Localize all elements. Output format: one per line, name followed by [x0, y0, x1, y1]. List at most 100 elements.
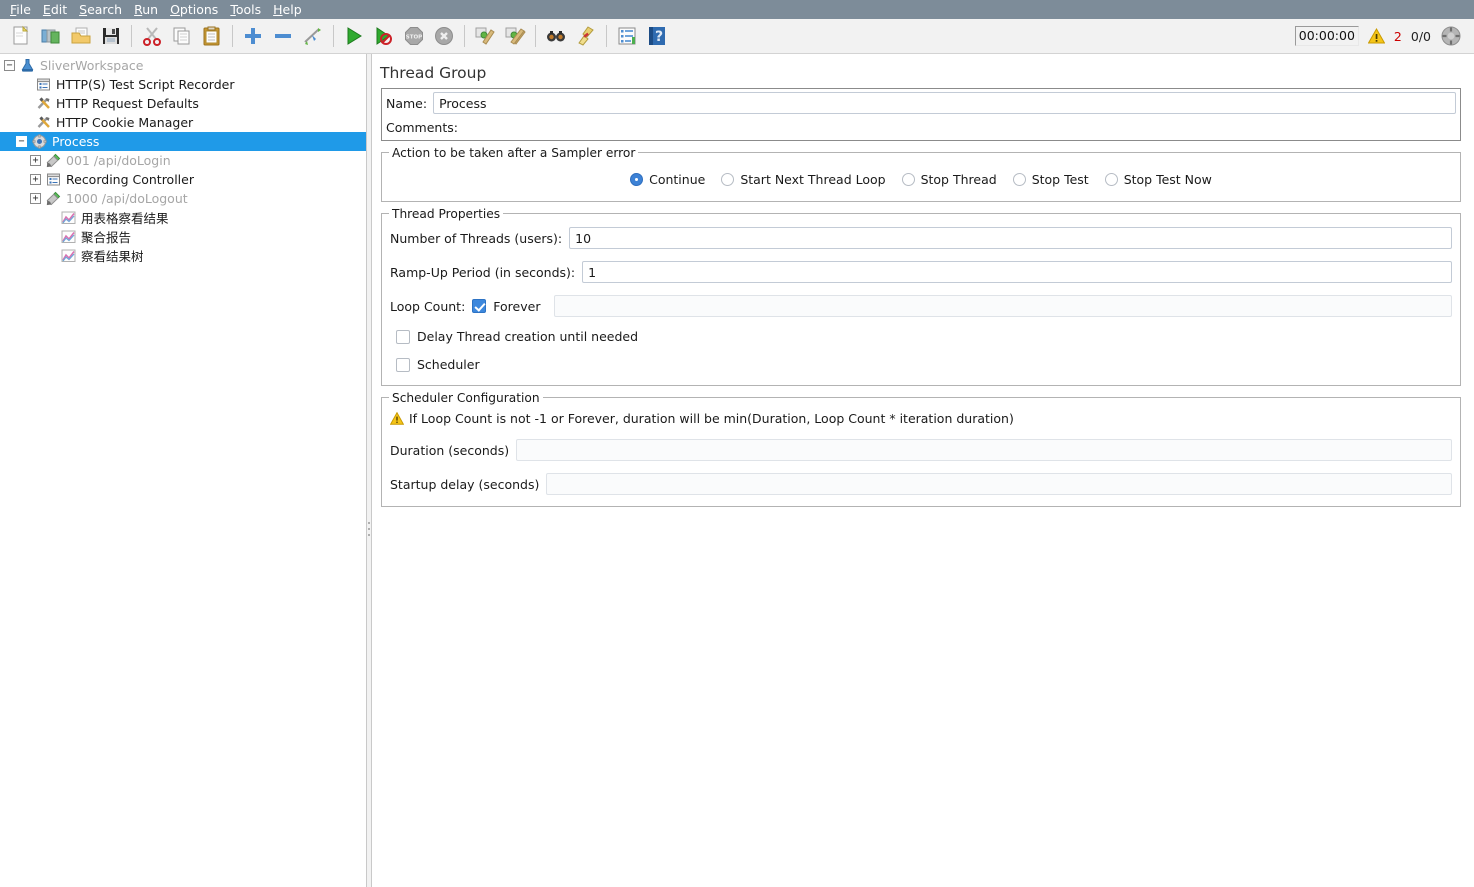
delay-thread-creation-label: Delay Thread creation until needed [417, 329, 639, 344]
search-reset-button[interactable] [571, 21, 601, 51]
thread-properties-group-title: Thread Properties [389, 207, 504, 221]
test-plan-tree-pane[interactable]: − SliverWorkspace HTTP(S) Test Script Re… [0, 54, 367, 887]
svg-text:STOP: STOP [406, 35, 422, 41]
recording-controller-icon [45, 172, 62, 188]
shutdown-icon [435, 27, 453, 45]
toolbar-separator [131, 25, 132, 47]
clear-all-button[interactable] [500, 21, 530, 51]
menu-bar: File Edit Search Run Options Tools Help [0, 0, 1474, 19]
split-pane-grip[interactable] [368, 522, 371, 544]
scheduler-checkbox[interactable] [396, 357, 410, 372]
scheduler-warning-row: If Loop Count is not -1 or Forever, dura… [390, 411, 1452, 426]
expand-all-icon [245, 28, 261, 44]
start-no-pauses-button[interactable] [369, 21, 399, 51]
delay-thread-creation-checkbox[interactable] [396, 329, 410, 344]
radio-stop-thread-label: Stop Thread [920, 172, 997, 187]
collapse-all-icon [275, 34, 291, 38]
new-icon [13, 25, 29, 45]
paste-button[interactable] [197, 21, 227, 51]
menu-item-edit[interactable]: Edit [37, 1, 73, 19]
tree-node-recording-controller[interactable]: + Recording Controller [0, 170, 366, 189]
tree-node-label: SliverWorkspace [40, 58, 144, 73]
ramp-up-period-label: Ramp-Up Period (in seconds): [390, 264, 576, 280]
menu-item-options[interactable]: Options [164, 1, 224, 19]
radio-continue-indicator[interactable] [630, 173, 644, 186]
clear-icon [475, 27, 495, 45]
name-row: Name: [386, 92, 1456, 114]
clear-button[interactable] [470, 21, 500, 51]
tree-node-http-request-defaults[interactable]: HTTP Request Defaults [0, 94, 366, 113]
sampler-error-group-title: Action to be taken after a Sampler error [389, 146, 639, 160]
radio-start-next-thread-loop[interactable]: Start Next Thread Loop [721, 172, 886, 187]
menu-item-tools[interactable]: Tools [224, 1, 267, 19]
radio-stop-test-now[interactable]: Stop Test Now [1104, 172, 1212, 187]
thread-status-icon[interactable] [1440, 25, 1462, 47]
tree-node-label: HTTP Cookie Manager [56, 115, 194, 130]
search-button[interactable] [541, 21, 571, 51]
save-button[interactable] [96, 21, 126, 51]
open-icon [71, 27, 91, 44]
collapse-all-button[interactable] [268, 21, 298, 51]
scheduler-warning-text: If Loop Count is not -1 or Forever, dura… [409, 411, 1014, 426]
menu-item-file[interactable]: File [4, 1, 37, 19]
radio-stop-thread-indicator[interactable] [901, 173, 915, 186]
radio-stop-test-indicator[interactable] [1012, 173, 1026, 186]
start-icon [347, 27, 362, 45]
warning-count[interactable]: 2 [1394, 29, 1402, 44]
loop-count-input[interactable] [554, 295, 1452, 317]
toolbar: STOP ? 00:00:00 2 0/0 [0, 19, 1474, 54]
templates-icon [41, 29, 60, 44]
expand-all-button[interactable] [238, 21, 268, 51]
tree-expand-toggle[interactable]: − [4, 60, 15, 71]
delay-thread-creation-row[interactable]: Delay Thread creation until needed [390, 329, 1452, 344]
stop-button[interactable]: STOP [399, 21, 429, 51]
open-button[interactable] [66, 21, 96, 51]
comments-row: Comments: [386, 118, 1456, 136]
tree-expand-toggle[interactable]: − [16, 136, 27, 147]
number-of-threads-input[interactable] [569, 227, 1452, 249]
shutdown-button[interactable] [429, 21, 459, 51]
duration-input[interactable] [516, 439, 1452, 461]
tree-node-001-api-dologin[interactable]: + 001 /api/doLogin [0, 151, 366, 170]
radio-continue[interactable]: Continue [630, 172, 705, 187]
tree-node-process[interactable]: − Process [0, 132, 366, 151]
elapsed-timer: 00:00:00 [1294, 26, 1359, 46]
menu-item-help[interactable]: Help [267, 1, 308, 19]
tree-node-1000-api-dologout[interactable]: + 1000 /api/doLogout [0, 189, 366, 208]
function-helper-button[interactable] [612, 21, 642, 51]
radio-stop-thread[interactable]: Stop Thread [901, 172, 997, 187]
tree-node-http-cookie-manager[interactable]: HTTP Cookie Manager [0, 113, 366, 132]
menu-item-search[interactable]: Search [73, 1, 128, 19]
tree-node-view-results-in-table[interactable]: 用表格察看结果 [0, 208, 366, 227]
templates-button[interactable] [36, 21, 66, 51]
radio-start-next-thread-loop-indicator[interactable] [721, 173, 735, 186]
help-button[interactable]: ? [642, 21, 672, 51]
comments-label: Comments: [386, 119, 458, 135]
startup-delay-input[interactable] [546, 473, 1452, 495]
page-title: Thread Group [380, 64, 487, 82]
radio-stop-test[interactable]: Stop Test [1012, 172, 1089, 187]
workbench-icon [19, 58, 36, 74]
toggle-button[interactable] [298, 21, 328, 51]
tree-expand-toggle[interactable]: + [30, 174, 41, 185]
radio-stop-test-label: Stop Test [1031, 172, 1089, 187]
forever-checkbox[interactable] [472, 299, 487, 313]
tree-node-sliverworkspace[interactable]: − SliverWorkspace [0, 56, 366, 75]
ramp-up-period-input[interactable] [582, 261, 1452, 283]
tree-node-view-results-tree[interactable]: 察看结果树 [0, 246, 366, 265]
scheduler-row[interactable]: Scheduler [390, 357, 1452, 372]
script-recorder-icon [35, 77, 52, 93]
tree-node-http-test-script-recorder[interactable]: HTTP(S) Test Script Recorder [0, 75, 366, 94]
name-input[interactable] [433, 92, 1456, 114]
tree-expand-toggle[interactable]: + [30, 155, 41, 166]
cut-button[interactable] [137, 21, 167, 51]
copy-button[interactable] [167, 21, 197, 51]
tree-node-aggregate-report[interactable]: 聚合报告 [0, 227, 366, 246]
radio-stop-test-now-indicator[interactable] [1104, 173, 1118, 186]
new-button[interactable] [6, 21, 36, 51]
tree-expand-toggle[interactable]: + [30, 193, 41, 204]
start-button[interactable] [339, 21, 369, 51]
menu-item-run[interactable]: Run [128, 1, 164, 19]
comments-input[interactable] [463, 118, 1456, 136]
forever-label: Forever [493, 298, 541, 314]
